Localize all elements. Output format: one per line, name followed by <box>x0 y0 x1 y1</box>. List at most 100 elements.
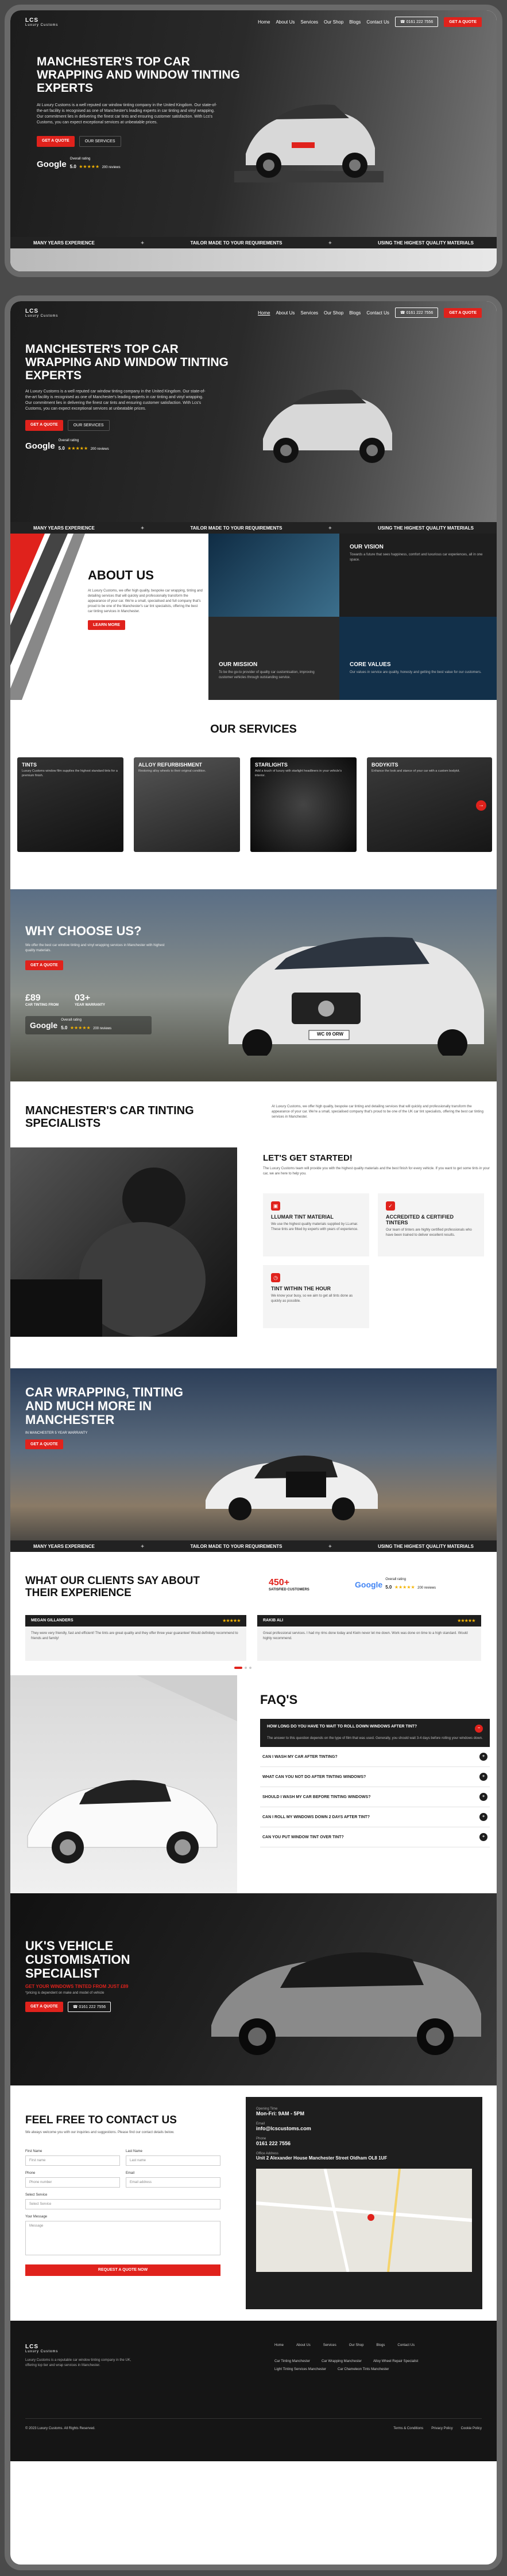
footer-link[interactable]: Contact Us <box>397 2344 415 2347</box>
expand-icon[interactable]: + <box>479 1773 487 1781</box>
certificate-icon: ✓ <box>386 1201 395 1211</box>
page-hero-services-button[interactable]: OUR SERVICES <box>67 420 110 431</box>
submit-button[interactable]: REQUEST A QUOTE NOW <box>25 2264 220 2276</box>
nav-contact[interactable]: Contact Us <box>366 20 389 25</box>
stripe-graphic <box>10 534 85 700</box>
expand-icon[interactable]: + <box>479 1833 487 1841</box>
ticker-bar: MANY YEARS EXPERIENCE ✦ TAILOR MADE TO YO… <box>10 237 497 248</box>
page-google-rating: Google Overall rating 5.0 ★★★★★ 200 revi… <box>25 439 109 451</box>
contact-title: FEEL FREE TO CONTACT US <box>25 2114 177 2126</box>
page-nav-about[interactable]: About Us <box>276 310 295 316</box>
collapse-icon[interactable]: − <box>475 1725 483 1733</box>
service-tints[interactable]: TINTS Luxury Customs window film supplies… <box>17 757 123 852</box>
wrap-quote-button[interactable]: GET A QUOTE <box>25 1439 63 1449</box>
nav-blogs[interactable]: Blogs <box>349 20 361 25</box>
faq-item[interactable]: CAN YOU PUT WINDOW TINT OVER TINT? + <box>260 1827 490 1847</box>
footer-service-link[interactable]: Light Tinting Services Manchester <box>274 2368 326 2371</box>
last-name-input[interactable]: Last name <box>126 2155 220 2166</box>
footer-link[interactable]: Blogs <box>376 2344 385 2347</box>
page-nav-contact[interactable]: Contact Us <box>366 310 389 316</box>
volvo-image <box>229 937 484 1056</box>
message-textarea[interactable]: Message <box>25 2221 220 2255</box>
stat-price: £89 CAR TINTING FROM <box>25 993 59 1007</box>
carousel-dots[interactable] <box>234 1667 251 1669</box>
nav-about[interactable]: About Us <box>276 20 295 25</box>
nav-home[interactable]: Home <box>258 20 270 25</box>
phone-button[interactable]: ☎ 0161 222 7556 <box>394 17 439 27</box>
nav-quote-button[interactable]: GET A QUOTE <box>444 17 482 27</box>
footer-link[interactable]: Our Shop <box>349 2344 364 2347</box>
nav-menu: Home About Us Services Our Shop Blogs Co… <box>258 17 482 27</box>
page-hero-text: At Luxury Customs is a well reputed car … <box>25 390 206 411</box>
hero-text: At Luxury Customs is a well reputed car … <box>37 103 217 124</box>
page-logo[interactable]: LCS Luxury Customs <box>25 308 58 318</box>
faq-item[interactable]: CAN I ROLL MY WINDOWS DOWN 2 DAYS AFTER … <box>260 1807 490 1827</box>
review-card-rakib: RAKIB ALI ★★★★★ Great professional servic… <box>257 1615 481 1661</box>
custom-quote-button[interactable]: GET A QUOTE <box>25 2002 63 2012</box>
services-next-arrow-icon[interactable]: → <box>476 800 486 811</box>
footer-link[interactable]: Home <box>274 2344 284 2347</box>
hero-title: MANCHESTER'S TOP CAR WRAPPING AND WINDOW… <box>37 55 240 95</box>
why-google-rating: Google Overall rating 5.0 ★★★★★ 200 revi… <box>25 1016 152 1034</box>
page-nav-services[interactable]: Services <box>300 310 318 316</box>
service-select[interactable]: Select Service <box>25 2199 220 2209</box>
footer-service-link[interactable]: Car Tinting Manchester <box>274 2360 310 2363</box>
about-title: ABOUT US <box>88 568 154 582</box>
faq-item[interactable]: SHOULD I WASH MY CAR BEFORE TINTING WIND… <box>260 1787 490 1807</box>
office-address: Unit 2 Alexander House Manchester Street… <box>256 2155 388 2161</box>
privacy-link[interactable]: Privacy Policy <box>431 2427 452 2430</box>
vision-card: OUR VISION Towards a future that sees ha… <box>339 534 497 617</box>
why-stars-icon: ★★★★★ <box>69 1025 91 1030</box>
service-bodykits[interactable]: BODYKITS Enhance the look and stance of y… <box>367 757 492 852</box>
wrap-ticker-bar: MANY YEARS EXPERIENCE ✦ TAILOR MADE TO YO… <box>10 1540 497 1552</box>
phone-input[interactable]: Phone number <box>25 2177 120 2188</box>
page-phone-button[interactable]: ☎ 0161 222 7556 <box>394 308 439 318</box>
footer-service-link[interactable]: Car Wrapping Manchester <box>322 2360 362 2363</box>
map-embed[interactable] <box>256 2169 472 2272</box>
page-nav-blogs[interactable]: Blogs <box>349 310 361 316</box>
first-name-input[interactable]: First name <box>25 2155 120 2166</box>
cookies-link[interactable]: Cookie Policy <box>461 2427 482 2430</box>
mission-card: OUR MISSION To be the go-to provider of … <box>208 617 339 700</box>
terms-link[interactable]: Terms & Conditions <box>393 2427 423 2430</box>
page-nav-shop[interactable]: Our Shop <box>324 310 343 316</box>
page-nav-home[interactable]: Home <box>258 310 270 316</box>
faq-open-item[interactable]: HOW LONG DO YOU HAVE TO WAIT TO ROLL DOW… <box>260 1719 490 1747</box>
faq-section: FAQ'S HOW LONG DO YOU HAVE TO WAIT TO RO… <box>10 1675 497 1893</box>
expand-icon[interactable]: + <box>479 1813 487 1821</box>
footer-logo[interactable]: LCS Luxury Customs <box>25 2344 140 2353</box>
footer: LCS Luxury Customs Luxury Customs is a re… <box>10 2321 497 2461</box>
why-quote-button[interactable]: GET A QUOTE <box>25 960 63 970</box>
footer-link[interactable]: Services <box>323 2344 336 2347</box>
footer-link[interactable]: About Us <box>296 2344 311 2347</box>
service-starlights[interactable]: STARLIGHTS Add a touch of luxury with sta… <box>250 757 357 852</box>
expand-icon[interactable]: + <box>479 1793 487 1801</box>
about-learn-button[interactable]: LEARN MORE <box>88 620 126 630</box>
faq-item[interactable]: WHAT CAN YOU NOT DO AFTER TINTING WINDOW… <box>260 1767 490 1787</box>
porsche-image <box>234 104 384 182</box>
footer-service-link[interactable]: Alloy Wheel Repair Specialist <box>373 2360 418 2363</box>
clock-icon: ◷ <box>271 1273 280 1282</box>
volvo-plate: WC 09 ORW <box>316 1032 344 1037</box>
email-input[interactable]: Email address <box>126 2177 220 2188</box>
hero-quote-button[interactable]: GET A QUOTE <box>37 136 75 147</box>
specialists-title: MANCHESTER'S CAR TINTING SPECIALISTS <box>25 1104 194 1130</box>
mercedes-image <box>211 1952 481 2055</box>
why-text: We offer the best car window tinting and… <box>25 944 165 952</box>
wrap-sub: IN MANCHESTER 5 YEAR WARRANTY <box>25 1431 88 1435</box>
custom-phone-button[interactable]: ☎ 0161 222 7556 <box>67 2002 111 2012</box>
expand-icon[interactable]: + <box>479 1753 487 1761</box>
page-hero-quote-button[interactable]: GET A QUOTE <box>25 420 63 431</box>
nav-services[interactable]: Services <box>300 20 318 25</box>
logo[interactable]: LCS Luxury Customs <box>25 17 58 27</box>
hero-services-button[interactable]: OUR SERVICES <box>79 136 121 147</box>
contact-email[interactable]: info@lcscustoms.com <box>256 2126 472 2131</box>
tinting-photo <box>208 534 339 617</box>
contact-phone[interactable]: 0161 222 7556 <box>256 2141 472 2146</box>
footer-service-link[interactable]: Car Chameleon Tints Manchester <box>338 2368 389 2371</box>
faq-item[interactable]: CAN I WASH MY CAR AFTER TINTING? + <box>260 1747 490 1767</box>
wrap-section: CAR WRAPPING, TINTING AND MUCH MORE IN M… <box>10 1368 497 1552</box>
service-alloy[interactable]: ALLOY REFURBISHMENT Restoring alloy wheel… <box>134 757 240 852</box>
nav-shop[interactable]: Our Shop <box>324 20 343 25</box>
page-nav-quote-button[interactable]: GET A QUOTE <box>444 308 482 318</box>
